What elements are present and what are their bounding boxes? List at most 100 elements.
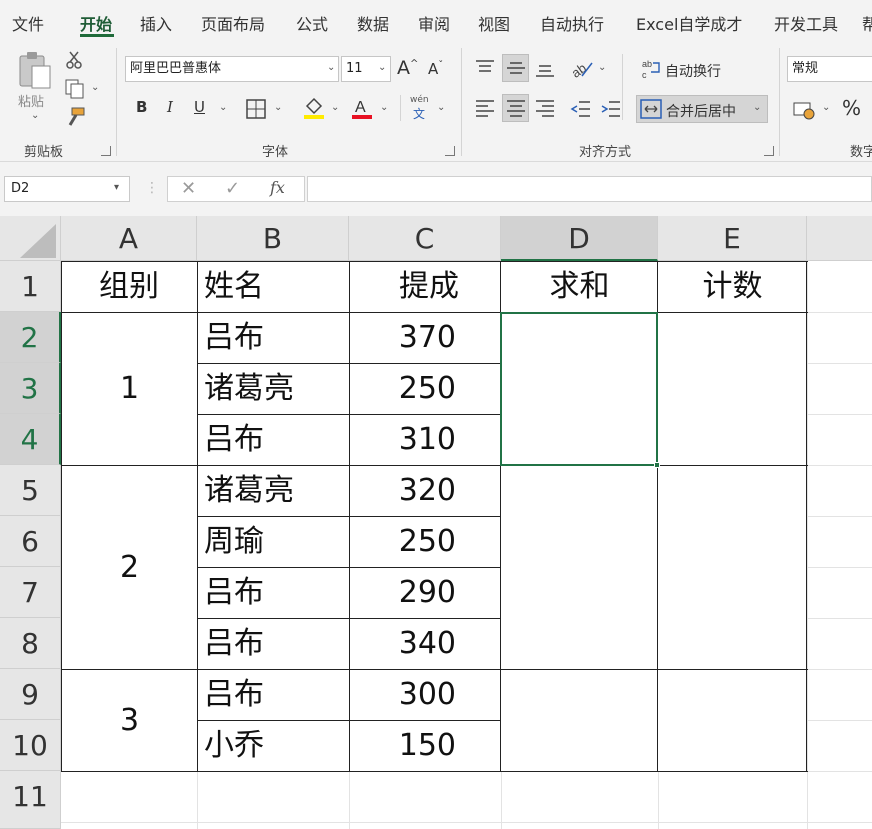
align-top-icon[interactable] — [474, 58, 496, 78]
fill-color-dropdown-icon[interactable]: ⌄ — [331, 102, 339, 113]
cell-d5-merged[interactable] — [501, 466, 657, 669]
cell-d1[interactable]: 求和 — [501, 261, 658, 312]
cell-a1[interactable]: 组别 — [61, 261, 197, 312]
align-right-icon[interactable] — [534, 98, 556, 120]
cell-c4[interactable]: 310 — [349, 414, 501, 465]
cell-a2-merged[interactable]: 1 — [62, 313, 197, 465]
row-header-3[interactable]: 3 — [0, 363, 61, 414]
tab-developer[interactable]: 开发工具 — [774, 11, 838, 35]
cell-e5-merged[interactable] — [658, 466, 806, 669]
tab-page-layout[interactable]: 页面布局 — [201, 11, 265, 35]
accounting-format-icon[interactable] — [793, 99, 815, 121]
paste-dropdown-icon[interactable]: ⌄ — [31, 110, 39, 121]
cell-c5[interactable]: 320 — [349, 465, 501, 516]
clipboard-launcher-icon[interactable] — [101, 146, 111, 156]
cell-a5-merged[interactable]: 2 — [62, 466, 197, 669]
cell-c2[interactable]: 370 — [349, 312, 501, 363]
orientation-dropdown-icon[interactable]: ⌄ — [598, 62, 606, 73]
font-color-icon[interactable]: A — [351, 96, 373, 120]
formula-input[interactable] — [307, 176, 872, 202]
tab-excel-self-study[interactable]: Excel自学成才 — [636, 11, 742, 35]
increase-indent-icon[interactable] — [600, 98, 622, 120]
copy-dropdown-icon[interactable]: ⌄ — [91, 82, 99, 93]
underline-dropdown-icon[interactable]: ⌄ — [219, 102, 227, 113]
format-painter-icon[interactable] — [64, 106, 86, 128]
cell-c8[interactable]: 340 — [349, 618, 501, 669]
cell-b6[interactable]: 周瑜 — [197, 516, 349, 567]
column-header-a[interactable]: A — [61, 216, 197, 261]
paste-button[interactable]: 粘贴 — [18, 91, 44, 110]
accounting-dropdown-icon[interactable]: ⌄ — [822, 102, 830, 113]
fill-handle[interactable] — [654, 462, 660, 468]
cell-e9-merged[interactable] — [658, 670, 806, 771]
row-header-10[interactable]: 10 — [0, 720, 61, 771]
copy-icon[interactable] — [64, 78, 86, 100]
cell-c10[interactable]: 150 — [349, 720, 501, 771]
column-header-f[interactable] — [807, 216, 872, 261]
cell-b5[interactable]: 诸葛亮 — [197, 465, 349, 516]
row-header-5[interactable]: 5 — [0, 465, 61, 516]
decrease-indent-icon[interactable] — [570, 98, 592, 120]
wrap-text-button[interactable]: 自动换行 — [665, 61, 721, 81]
cell-e2-merged[interactable] — [658, 313, 806, 465]
phonetic-guide-icon[interactable]: 文 — [413, 105, 425, 122]
phonetic-dropdown-icon[interactable]: ⌄ — [437, 102, 445, 113]
cell-b4[interactable]: 吕布 — [197, 414, 349, 465]
tab-insert[interactable]: 插入 — [140, 11, 172, 35]
borders-dropdown-icon[interactable]: ⌄ — [274, 102, 282, 113]
paste-icon[interactable] — [16, 50, 54, 90]
confirm-entry-icon[interactable]: ✓ — [225, 178, 240, 199]
cell-d9-merged[interactable] — [501, 670, 657, 771]
percent-style-button[interactable]: % — [842, 96, 861, 120]
cell-a9-merged[interactable]: 3 — [62, 670, 197, 771]
tab-automate[interactable]: 自动执行 — [540, 11, 604, 35]
phonetic-guide-top[interactable]: wén — [410, 95, 429, 105]
number-format-select[interactable]: 常规 — [787, 56, 872, 82]
increase-font-size-button[interactable]: A^ — [397, 57, 418, 79]
tab-formulas[interactable]: 公式 — [296, 11, 328, 35]
cell-b1[interactable]: 姓名 — [197, 261, 349, 312]
borders-icon[interactable] — [246, 99, 266, 119]
row-header-1[interactable]: 1 — [0, 261, 61, 312]
merge-center-dropdown-icon[interactable]: ⌄ — [753, 102, 761, 113]
font-size-dropdown-icon[interactable]: ⌄ — [378, 62, 386, 73]
cancel-entry-icon[interactable]: ✕ — [181, 178, 196, 199]
name-box-dropdown-icon[interactable]: ▾ — [114, 182, 119, 193]
cut-icon[interactable] — [64, 50, 84, 70]
cell-b8[interactable]: 吕布 — [197, 618, 349, 669]
column-header-d[interactable]: D — [501, 216, 658, 261]
cell-b7[interactable]: 吕布 — [197, 567, 349, 618]
tab-view[interactable]: 视图 — [478, 11, 510, 35]
cell-c6[interactable]: 250 — [349, 516, 501, 567]
row-header-4[interactable]: 4 — [0, 414, 61, 465]
tab-home[interactable]: 开始 — [80, 11, 112, 35]
cell-b9[interactable]: 吕布 — [197, 669, 349, 720]
fill-color-icon[interactable] — [303, 96, 325, 120]
font-name-dropdown-icon[interactable]: ⌄ — [327, 62, 335, 73]
cell-c9[interactable]: 300 — [349, 669, 501, 720]
tab-file[interactable]: 文件 — [12, 11, 44, 35]
column-header-e[interactable]: E — [658, 216, 807, 261]
cell-b10[interactable]: 小乔 — [197, 720, 349, 771]
font-color-dropdown-icon[interactable]: ⌄ — [380, 102, 388, 113]
column-header-b[interactable]: B — [197, 216, 349, 261]
align-left-icon[interactable] — [474, 98, 496, 120]
cell-c7[interactable]: 290 — [349, 567, 501, 618]
cell-b3[interactable]: 诸葛亮 — [197, 363, 349, 414]
cell-e1[interactable]: 计数 — [658, 261, 807, 312]
cell-b2[interactable]: 吕布 — [197, 312, 349, 363]
name-box[interactable]: D2 — [4, 176, 130, 202]
insert-function-icon[interactable]: fx — [270, 178, 285, 197]
font-name-select[interactable]: 阿里巴巴普惠体 — [125, 56, 339, 82]
alignment-launcher-icon[interactable] — [764, 146, 774, 156]
orientation-icon[interactable]: ab — [570, 57, 594, 79]
underline-button[interactable]: U — [194, 98, 205, 116]
tab-data[interactable]: 数据 — [357, 11, 389, 35]
cell-c3[interactable]: 250 — [349, 363, 501, 414]
row-header-7[interactable]: 7 — [0, 567, 61, 618]
row-header-9[interactable]: 9 — [0, 669, 61, 720]
selected-cell-d2[interactable] — [500, 312, 658, 466]
column-header-c[interactable]: C — [349, 216, 501, 261]
align-bottom-icon[interactable] — [534, 58, 556, 80]
cell-c1[interactable]: 提成 — [349, 261, 501, 312]
